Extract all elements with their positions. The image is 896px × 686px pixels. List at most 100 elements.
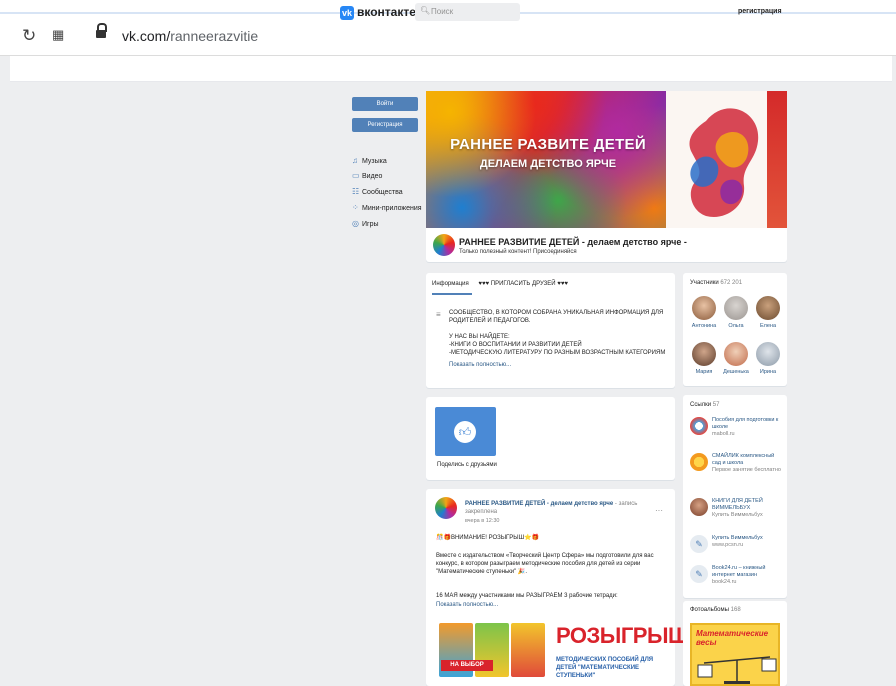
links-count: 57 (712, 402, 720, 408)
register-button[interactable]: Регистрация (352, 118, 418, 132)
member-name: Дешенька (723, 369, 749, 375)
link-avatar (690, 417, 708, 435)
info-line: СООБЩЕСТВО, В КОТОРОМ СОБРАНА УНИКАЛЬНАЯ… (449, 310, 664, 316)
post-date[interactable]: вчера в 12:30 (465, 518, 499, 524)
cover-edge-strip (767, 91, 787, 228)
tab-info[interactable]: Информация (432, 281, 469, 287)
sidebar-item-games[interactable]: ◎ Игры (352, 219, 427, 231)
sidebar-item-communities[interactable]: ☷ Сообщества (352, 187, 427, 199)
member-avatar (724, 342, 748, 366)
member-avatar (724, 296, 748, 320)
vk-logo-icon[interactable]: vk (340, 6, 354, 20)
games-icon: ◎ (352, 219, 359, 228)
member-item[interactable]: Ирина (752, 342, 784, 375)
member-name: Мария (695, 369, 713, 375)
post-text-line: конкурс, в котором разыграем методически… (436, 561, 641, 567)
post-pinned-label: закреплена (465, 509, 498, 515)
url-field[interactable]: vk.com/ranneerazvitie (122, 28, 258, 44)
vk-header (10, 56, 892, 82)
member-item[interactable]: Ольга (720, 296, 752, 329)
link-title: Пособия для подготовки к школе (712, 417, 779, 430)
music-icon: ♫ (352, 156, 358, 165)
sidebar-item-apps[interactable]: ⁘ Мини-приложения (352, 203, 427, 215)
post-author[interactable]: РАННЕЕ РАЗВИТИЕ ДЕТЕЙ - делаем детство я… (465, 501, 613, 507)
post-text-line: "Математические ступеньки" 🎉. (436, 569, 528, 575)
vk-logo-text[interactable]: вконтакте (357, 5, 416, 19)
links-label: Ссылки (690, 402, 712, 408)
apps-grid-icon[interactable]: ▦ (52, 27, 64, 43)
group-name: РАННЕЕ РАЗВИТИЕ ДЕТЕЙ - делаем детство я… (459, 237, 687, 247)
reload-icon[interactable]: ↻ (22, 26, 36, 46)
link-icon: ✎ (690, 565, 708, 583)
more-options-icon[interactable]: ··· (655, 506, 663, 515)
info-tabs: Информация ♥♥♥ ПРИГЛАСИТЬ ДРУЗЕЙ ♥♥♥ (432, 281, 568, 287)
albums-label: Фотоальбомы (690, 607, 729, 613)
url-domain: vk.com/ (122, 28, 171, 44)
search-placeholder: Поиск (431, 7, 454, 16)
image-badge: НА ВЫБОР (441, 660, 493, 671)
cover-subtitle: ДЕЛАЕМ ДЕТСТВО ЯРЧЕ (479, 158, 617, 170)
post-author-avatar[interactable] (435, 497, 457, 519)
post-author-line: РАННЕЕ РАЗВИТИЕ ДЕТЕЙ - делаем детство я… (465, 501, 637, 507)
info-line: -МЕТОДИЧЕСКУЮ ЛИТЕРАТУРУ ПО РАЗНЫМ ВОЗРА… (449, 350, 666, 356)
share-label[interactable]: Поделись с друзьями (437, 462, 497, 468)
link-subtitle: maboll.ru (712, 431, 735, 437)
scales-illustration (697, 656, 777, 684)
share-button[interactable]: 👍︎ (435, 407, 496, 456)
link-avatar (690, 498, 708, 516)
post-text-line: 16 МАЯ между участниками мы РАЗЫГРАЕМ 3 … (436, 593, 618, 599)
link-subtitle: Купить Виммельбух (712, 512, 763, 518)
post-text-line: Вместе с издательством «Творческий Центр… (436, 553, 654, 559)
info-show-more-link[interactable]: Показать полностью... (449, 361, 511, 369)
tab-invite-friends[interactable]: ♥♥♥ ПРИГЛАСИТЬ ДРУЗЕЙ ♥♥♥ (478, 281, 568, 287)
group-avatar[interactable] (433, 234, 455, 256)
member-item[interactable]: Мария (688, 342, 720, 375)
link-title: КНИГИ ДЛЯ ДЕТЕЙ ВИММЕЛЬБУХ (712, 498, 763, 511)
url-path: ranneerazvitie (170, 28, 259, 44)
video-icon: ▭ (352, 171, 360, 180)
albums-header[interactable]: Фотоальбомы 168 (690, 607, 741, 613)
member-item[interactable]: Елена (752, 296, 784, 329)
member-name: Ирина (759, 369, 777, 375)
info-line: РОДИТЕЛЕЙ И ПЕДАГОГОВ. (449, 318, 531, 324)
sidebar-item-label: Сообщества (362, 189, 403, 196)
link-title: Купить Виммельбух (712, 535, 763, 541)
register-link[interactable]: регистрация (738, 8, 782, 15)
lock-icon[interactable] (96, 23, 107, 40)
link-subtitle: book24.ru (712, 579, 737, 585)
member-item[interactable]: Антонина (688, 296, 720, 329)
image-title: РОЗЫГРЫШ (556, 623, 690, 648)
member-item[interactable]: Дешенька (720, 342, 752, 375)
member-name: Ольга (728, 323, 744, 329)
search-icon: 🔍︎ (420, 6, 431, 15)
sidebar-item-label: Музыка (362, 158, 387, 165)
post-headline: 🎊🎁ВНИМАНИЕ! РОЗЫГРЫШ⭐🎁 (436, 535, 540, 541)
link-icon: ✎ (690, 535, 708, 553)
members-label: Участники (690, 280, 719, 286)
member-avatar (756, 296, 780, 320)
member-name: Антонина (691, 323, 717, 329)
sidebar-item-label: Мини-приложения (362, 205, 422, 212)
members-count: 672 201 (720, 280, 743, 286)
link-subtitle: Первое занятие бесплатно (712, 467, 781, 473)
search-input[interactable]: 🔍︎ Поиск (415, 3, 520, 21)
member-avatar (756, 342, 780, 366)
sidebar-item-music[interactable]: ♫ Музыка (352, 156, 427, 168)
post-show-more-link[interactable]: Показать полностью... (436, 602, 498, 608)
link-title: СМАЙЛИК комплексный сад и школа (712, 453, 775, 466)
info-card (426, 273, 675, 388)
cover-title: РАННЕЕ РАЗВИТЕ ДЕТЕЙ (450, 136, 646, 153)
sidebar-item-label: Игры (362, 221, 379, 228)
image-subtitle: МЕТОДИЧЕСКИХ ПОСОБИЙ ДЛЯ ДЕТЕЙ "МАТЕМАТИ… (556, 657, 654, 679)
member-avatar (692, 296, 716, 320)
members-header[interactable]: Участники 672 201 (690, 280, 742, 286)
links-header[interactable]: Ссылки 57 (690, 402, 719, 408)
login-button[interactable]: Войти (352, 97, 418, 111)
link-title: Book24.ru – книжный интернет магазин (712, 565, 766, 578)
link-subtitle: www.pcsn.ru (712, 542, 744, 548)
communities-icon: ☷ (352, 187, 360, 196)
album-thumbnail[interactable]: Математические весы (690, 623, 780, 686)
link-avatar (690, 453, 708, 471)
sidebar-item-video[interactable]: ▭ Видео (352, 171, 427, 183)
description-icon: ≡ (436, 310, 441, 319)
